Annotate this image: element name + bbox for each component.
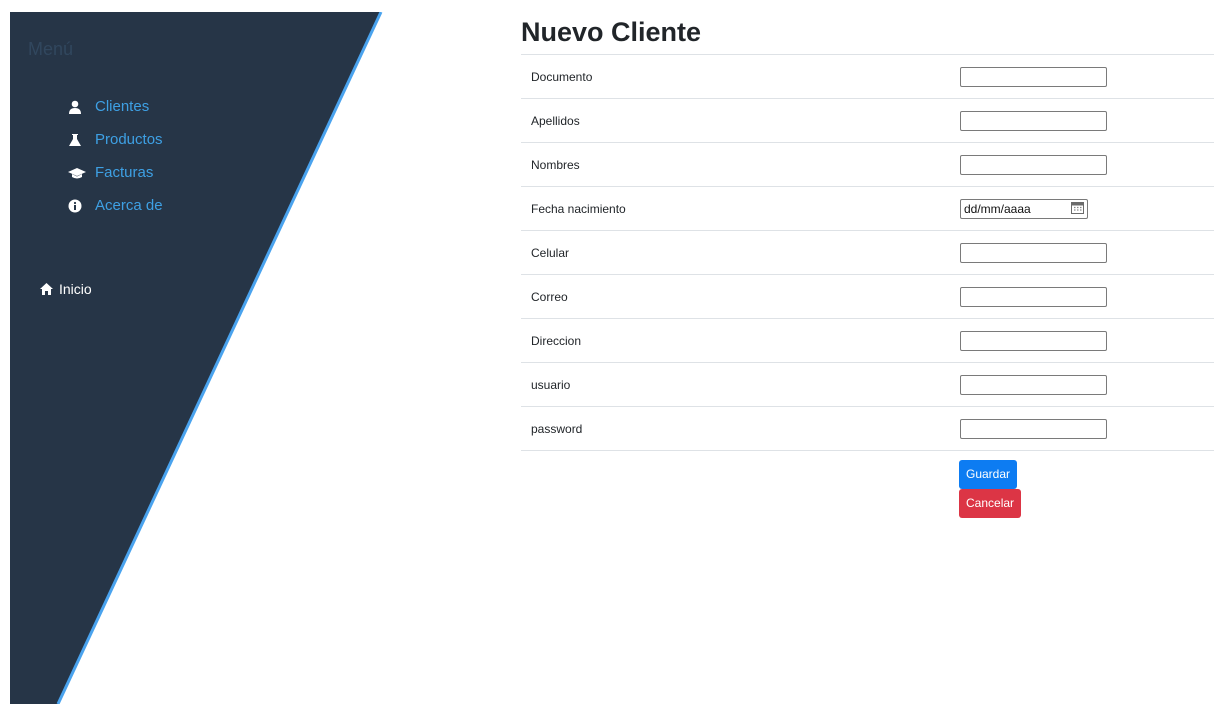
form-row: usuario [521, 362, 1214, 407]
form-row: Correo [521, 274, 1214, 319]
sidebar-item-inicio[interactable]: Inicio [40, 281, 92, 297]
form-row: Nombres [521, 142, 1214, 187]
client-form: Documento Apellidos Nombres Fecha nacimi… [521, 54, 1214, 451]
correo-input[interactable] [960, 286, 1107, 307]
fecha-nacimiento-field[interactable] [960, 198, 1088, 219]
celular-input[interactable] [960, 242, 1107, 263]
flask-icon [68, 132, 88, 148]
form-row: Direccion [521, 318, 1214, 363]
field-label: Celular [521, 230, 960, 275]
documento-input[interactable] [960, 66, 1107, 87]
sidebar-item-label: Clientes [95, 98, 150, 115]
field-label: Documento [521, 54, 960, 99]
form-actions: Guardar Cancelar [959, 460, 1214, 518]
apellidos-input[interactable] [960, 110, 1107, 131]
home-icon [40, 283, 53, 295]
info-circle-icon [68, 198, 88, 214]
page-title: Nuevo Cliente [521, 17, 702, 47]
field-label: password [521, 406, 960, 451]
form-row: Documento [521, 54, 1214, 99]
sidebar-nav: Clientes Productos Facturas Acerca de [68, 97, 163, 229]
form-row: password [521, 406, 1214, 451]
sidebar-item-label: Facturas [95, 164, 154, 181]
sidebar-background [10, 12, 383, 704]
sidebar: Menú Clientes Productos Facturas Acerca … [10, 12, 390, 704]
form-row: Apellidos [521, 98, 1214, 143]
cancel-button[interactable]: Cancelar [959, 489, 1022, 518]
field-label: Direccion [521, 318, 960, 363]
sidebar-item-clientes[interactable]: Clientes [68, 97, 163, 130]
fecha-nacimiento-input[interactable] [960, 198, 1088, 219]
user-icon [68, 99, 88, 115]
main-content: Nuevo Cliente Documento Apellidos Nombre… [521, 14, 1214, 518]
password-input[interactable] [960, 418, 1107, 439]
sidebar-item-label: Inicio [59, 281, 92, 297]
sidebar-item-productos[interactable]: Productos [68, 130, 163, 163]
form-row: Celular [521, 230, 1214, 275]
direccion-input[interactable] [960, 330, 1107, 351]
field-label: Correo [521, 274, 960, 319]
graduation-cap-icon [68, 165, 88, 181]
menu-title: Menú [28, 39, 74, 59]
sidebar-item-facturas[interactable]: Facturas [68, 163, 163, 196]
field-label: Nombres [521, 142, 960, 187]
sidebar-item-label: Acerca de [95, 197, 163, 214]
calendar-icon[interactable] [1071, 201, 1084, 217]
field-label: Fecha nacimiento [521, 186, 960, 231]
nombres-input[interactable] [960, 154, 1107, 175]
field-label: usuario [521, 362, 960, 407]
field-label: Apellidos [521, 98, 960, 143]
usuario-input[interactable] [960, 374, 1107, 395]
form-row: Fecha nacimiento [521, 186, 1214, 231]
sidebar-item-acerca-de[interactable]: Acerca de [68, 196, 163, 229]
sidebar-item-label: Productos [95, 131, 163, 148]
save-button[interactable]: Guardar [959, 460, 1018, 489]
